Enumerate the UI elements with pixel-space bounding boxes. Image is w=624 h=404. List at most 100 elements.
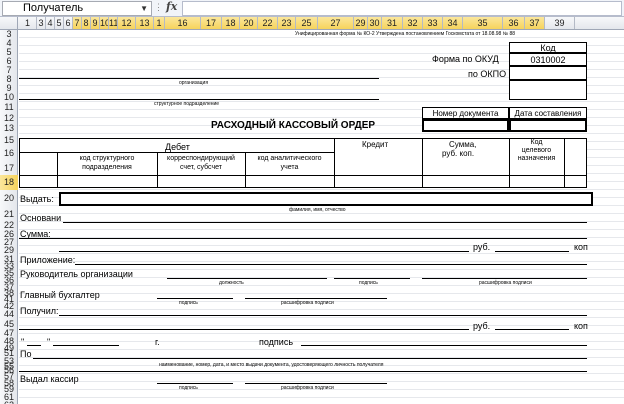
poluchil-rub-label: руб. — [473, 321, 491, 331]
debet-header: Дебет — [165, 142, 190, 152]
column-header-cell[interactable]: 17 — [201, 17, 222, 29]
poluchil-kop-label: коп — [574, 321, 588, 331]
column-header-cell[interactable]: 33 — [423, 17, 443, 29]
column-header-cell[interactable]: 9 — [91, 17, 100, 29]
fio-caption: фамилия, имя, отчество — [289, 207, 346, 213]
kod-analit-1: код аналитического — [257, 155, 322, 162]
column-header-cell[interactable]: 18 — [222, 17, 240, 29]
table-body-line — [19, 175, 587, 176]
form-header-note: Унифицированная форма № КО-2 Утверждена … — [295, 31, 516, 37]
column-header-cell[interactable]: 35 — [463, 17, 503, 29]
row-header-cell[interactable]: 18 — [0, 175, 18, 190]
insert-function-icon[interactable]: fx — [166, 0, 177, 13]
column-header-cell[interactable]: 6 — [64, 17, 73, 29]
row-header-cell[interactable]: 22 — [0, 221, 18, 230]
kod-strukt-1: код структурного — [79, 155, 135, 162]
table-col-divider — [422, 138, 423, 188]
date-close-quote: " — [47, 337, 51, 347]
chevron-down-icon[interactable]: ▼ — [140, 2, 148, 15]
worksheet[interactable]: Унифицированная форма № КО-2 Утверждена … — [19, 30, 624, 404]
forma-okud-label: Форма по ОКУД — [432, 54, 499, 64]
row-header-cell[interactable]: 10 — [0, 93, 18, 102]
name-box-value: Получатель — [23, 2, 84, 14]
rub-label: руб. — [473, 242, 491, 252]
summa-header-2: руб. коп. — [442, 149, 475, 158]
row-header: 3 4 5 6 7 8 9 10 11 12 13 15 16 17 18 20 21 22 26 27 29 31 33 3… — [0, 30, 18, 404]
rukovoditel-rassh-line — [422, 278, 587, 279]
kod-header-cell: Код — [509, 42, 587, 53]
column-header-cell[interactable]: 20 — [240, 17, 258, 29]
row-header-cell[interactable]: 20 — [0, 190, 18, 207]
column-header-cell[interactable]: 30 — [368, 17, 382, 29]
row-header-cell[interactable]: 11 — [0, 102, 18, 113]
column-header-cell[interactable]: 31 — [382, 17, 403, 29]
column-header-cell[interactable]: 32 — [403, 17, 423, 29]
select-all-corner[interactable] — [0, 17, 18, 29]
column-header: 1345678910111213116171820222325272930313… — [0, 17, 624, 30]
glavbuh-rassh-caption: расшифровка подписи — [281, 300, 334, 306]
column-header-cell[interactable]: 4 — [46, 17, 55, 29]
kop-label: коп — [574, 242, 588, 252]
poluchil-podpis-label: подпись — [259, 337, 294, 347]
dolzhnost-line — [167, 278, 327, 279]
column-header-cell[interactable]: 11 — [109, 17, 118, 29]
column-header-cell[interactable]: 27 — [318, 17, 354, 29]
column-header-cell[interactable]: 25 — [296, 17, 318, 29]
summa-header-1: Сумма, — [449, 140, 477, 149]
formula-bar: Получатель ▼ ⋮ fx — [0, 0, 624, 17]
column-header-cell[interactable]: 7 — [73, 17, 82, 29]
subdivision-line — [19, 99, 379, 100]
date-month-line — [53, 345, 119, 346]
column-header-cell[interactable]: 37 — [525, 17, 545, 29]
doc-date-cell[interactable] — [509, 119, 587, 132]
column-header-cell[interactable]: 13 — [136, 17, 154, 29]
column-header-cell[interactable]: 1 — [19, 17, 37, 29]
empty-code-cell[interactable] — [509, 80, 587, 100]
naimenovanie-caption: наименование, номер, дата, и место выдач… — [159, 362, 384, 368]
doc-date-label: Дата составления — [514, 109, 582, 118]
okpo-cell[interactable] — [509, 66, 587, 80]
osnovanie-label: Основани — [20, 213, 62, 223]
vydat-label: Выдать: — [20, 194, 54, 204]
formula-input[interactable] — [182, 1, 622, 16]
column-header-cell[interactable]: 36 — [503, 17, 525, 29]
poluchil-kop-line — [495, 329, 569, 330]
column-header-cell[interactable]: 39 — [545, 17, 575, 29]
okud-value: 0310002 — [530, 55, 566, 65]
column-header-cell[interactable]: 3 — [37, 17, 46, 29]
form-title: РАСХОДНЫЙ КАССОВЫЙ ОРДЕР — [211, 120, 376, 131]
drag-handle-icon[interactable]: ⋮ — [154, 2, 164, 13]
column-header-cell[interactable]: 10 — [100, 17, 109, 29]
doc-number-label: Номер документа — [432, 109, 499, 118]
row-header-cell[interactable]: 44 — [0, 310, 18, 319]
korr-1: корреспондирующий — [167, 155, 235, 162]
row-header-cell[interactable]: 13 — [0, 123, 18, 134]
organization-caption: организация — [179, 80, 209, 86]
column-header-cell[interactable]: 12 — [118, 17, 136, 29]
selected-cell-poluchatel[interactable] — [59, 192, 593, 206]
glavbuh-podpis-line — [157, 298, 233, 299]
row-header-cell[interactable]: 12 — [0, 113, 18, 123]
row-header-cell[interactable]: 16 — [0, 146, 18, 161]
glavbuh-podpis-caption: подпись — [179, 300, 198, 306]
date-day-line — [27, 345, 41, 346]
column-header-cell[interactable]: 29 — [354, 17, 368, 29]
vydal-kassir-label: Выдал кассир — [20, 374, 79, 384]
column-header-cell[interactable]: 1 — [154, 17, 165, 29]
column-header-cell[interactable]: 16 — [165, 17, 201, 29]
column-header-cell[interactable]: 5 — [55, 17, 64, 29]
dolzhnost-caption: должность — [219, 280, 244, 286]
row-header-cell[interactable]: 17 — [0, 161, 18, 175]
row-header-cell[interactable]: 15 — [0, 134, 18, 146]
column-header-cell[interactable]: 23 — [278, 17, 296, 29]
column-header-cell[interactable]: 34 — [443, 17, 463, 29]
okud-cell[interactable]: 0310002 — [509, 53, 587, 66]
kod-cel-2: целевого — [521, 147, 552, 154]
column-header-cell[interactable]: 8 — [82, 17, 91, 29]
doc-number-cell[interactable] — [422, 119, 509, 132]
kredit-header: Кредит — [362, 140, 389, 149]
rukovoditel-podpis-line — [334, 278, 410, 279]
column-header-cell[interactable]: 22 — [258, 17, 278, 29]
okpo-label: по ОКПО — [468, 69, 507, 79]
name-box[interactable]: Получатель ▼ — [2, 1, 152, 16]
